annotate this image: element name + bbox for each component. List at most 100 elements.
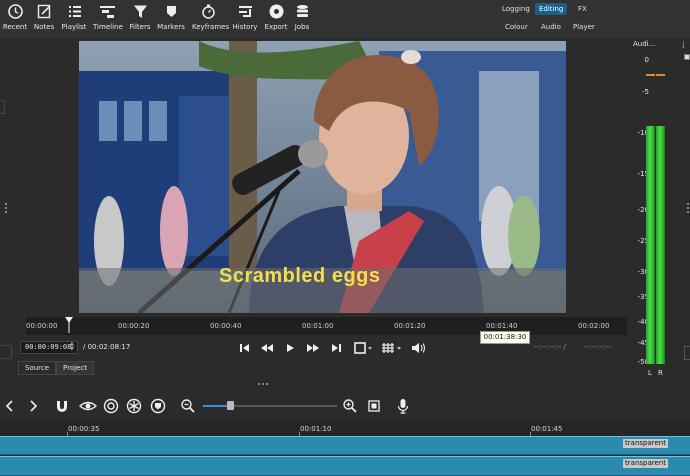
notes-button[interactable]: Notes (33, 3, 55, 35)
notes-icon (37, 4, 50, 19)
chevron-right-icon[interactable] (26, 398, 40, 414)
db-scale-label: -5 (642, 88, 649, 96)
rewind-icon[interactable] (260, 341, 274, 355)
ruler-tick: 00:00:00 (26, 322, 58, 330)
tab-project[interactable]: Project (56, 361, 94, 375)
notes-label: Notes (33, 23, 55, 31)
ripple-icon[interactable] (103, 398, 119, 414)
markers-button[interactable]: Markers (157, 3, 185, 35)
play-icon[interactable] (284, 341, 296, 355)
transport-controls: 00:00:09:08 ▲ ▼ / 00:02:08:17 --:--:--:-… (14, 340, 628, 356)
time-spin-buttons[interactable]: ▲ ▼ (70, 342, 76, 353)
keyframes-button[interactable]: Keyframes (192, 3, 230, 35)
export-icon (269, 4, 283, 19)
history-button[interactable]: History (232, 3, 258, 35)
timeline-ruler-tick: 00:01:45 (531, 425, 563, 433)
right-peak-indicator (656, 74, 665, 76)
ruler-tooltip: 00:01:38:30 (480, 331, 530, 344)
timeline-track[interactable]: transparent (0, 456, 690, 476)
clip-label[interactable]: transparent (623, 459, 668, 468)
marker-icon (166, 6, 176, 17)
keyframes-label: Keyframes (192, 23, 230, 31)
workspace-editing[interactable]: Editing (535, 3, 568, 15)
audio-meter-panel: Audi... Jo 0 -5 -10 -15 -20 -25 -30 -35 … (628, 38, 689, 388)
left-channel-label: L (648, 369, 652, 377)
player-time-ruler[interactable]: 00:00:00 00:00:20 00:00:40 00:01:00 00:0… (26, 317, 627, 335)
timeline-label: Timeline (93, 23, 123, 31)
timeline-toolbar (0, 394, 690, 418)
ripple-all-icon[interactable] (126, 398, 142, 414)
stopwatch-icon (202, 4, 215, 19)
video-preview[interactable]: Scrambled eggs (79, 41, 566, 313)
eye-scrub-icon[interactable] (79, 398, 97, 414)
playlist-label: Playlist (61, 23, 87, 31)
ruler-tick: 00:01:40 (486, 322, 518, 330)
fast-forward-icon[interactable] (306, 341, 320, 355)
jobs-button[interactable]: Jobs (292, 3, 312, 35)
workspace-fx[interactable]: FX (574, 3, 591, 15)
clip-label[interactable]: transparent (623, 439, 668, 448)
ruler-tick: 00:02:00 (578, 322, 610, 330)
filters-button[interactable]: Filters (128, 3, 152, 35)
filters-label: Filters (129, 23, 151, 31)
timeline-ruler-tick: 00:00:35 (68, 425, 100, 433)
playhead-handle[interactable] (65, 317, 73, 333)
list-icon (68, 6, 81, 17)
microphone-icon[interactable] (396, 398, 410, 414)
jobs-icon (296, 5, 308, 17)
audio-meter-title: Audi... (633, 40, 656, 48)
export-label: Export (264, 23, 288, 31)
timeline-ruler[interactable]: 00:00:35 00:01:10 00:01:45 (0, 421, 690, 436)
markers-label: Markers (157, 23, 185, 31)
history-icon (238, 6, 252, 17)
timeline-icon (99, 6, 115, 18)
jobs-checkbox[interactable] (684, 54, 690, 60)
left-dock-tab-lower[interactable] (0, 345, 12, 359)
zoom-fit-icon[interactable] (366, 398, 382, 414)
out-point-label: --:--:--:-- (584, 343, 612, 351)
workspace-colour[interactable]: Colour (501, 21, 532, 33)
skip-to-end-icon[interactable] (331, 341, 343, 355)
export-button[interactable]: Export (264, 3, 288, 35)
player-panel: Scrambled eggs 00:00:00 00:00:20 00:00:4… (14, 38, 628, 388)
ripple-markers-icon[interactable] (150, 398, 166, 414)
volume-icon[interactable] (410, 341, 426, 355)
db-scale-label: 0 (644, 56, 649, 64)
ruler-tick: 00:00:20 (118, 322, 150, 330)
right-dock-strip (684, 38, 690, 388)
magnet-snap-icon[interactable] (54, 398, 70, 414)
in-point-label: --:--:--:-- / (534, 343, 566, 351)
right-dock-handle[interactable] (687, 203, 689, 215)
ruler-tick: 00:00:40 (210, 322, 242, 330)
left-dock-tab[interactable] (0, 100, 5, 114)
left-dock-strip (0, 38, 14, 388)
skip-to-start-icon[interactable] (238, 341, 250, 355)
chevron-left-icon[interactable] (3, 398, 17, 414)
zoom-out-icon[interactable] (180, 398, 196, 414)
playlist-button[interactable]: Playlist (61, 3, 87, 35)
timeline-track[interactable]: transparent (0, 436, 690, 455)
timeline-ruler-tick: 00:01:10 (300, 425, 332, 433)
zoom-in-icon[interactable] (342, 398, 358, 414)
recent-button[interactable]: Recent (2, 3, 28, 35)
workspace-player[interactable]: Player (569, 21, 599, 33)
grid-icon[interactable] (380, 341, 402, 355)
left-dock-handle[interactable] (5, 203, 7, 215)
main-toolbar: Recent Notes Playlist Timeline Filters M… (0, 0, 690, 38)
player-resize-handle[interactable] (258, 379, 270, 385)
right-dock-tab[interactable] (684, 346, 690, 360)
zoom-slider-handle[interactable] (227, 401, 234, 410)
workspace-logging[interactable]: Logging (498, 3, 534, 15)
toggle-zoom-icon[interactable] (353, 341, 373, 355)
left-peak-indicator (646, 74, 655, 76)
right-channel-label: R (658, 369, 663, 377)
subtitle-text: Scrambled eggs (219, 265, 381, 287)
right-level-bar (656, 126, 665, 364)
tab-source[interactable]: Source (18, 361, 57, 375)
recent-label: Recent (2, 23, 28, 31)
filter-icon (133, 5, 147, 18)
ruler-tick: 00:01:20 (394, 322, 426, 330)
timeline-button[interactable]: Timeline (93, 3, 123, 35)
workspace-audio[interactable]: Audio (537, 21, 565, 33)
history-label: History (232, 23, 258, 31)
